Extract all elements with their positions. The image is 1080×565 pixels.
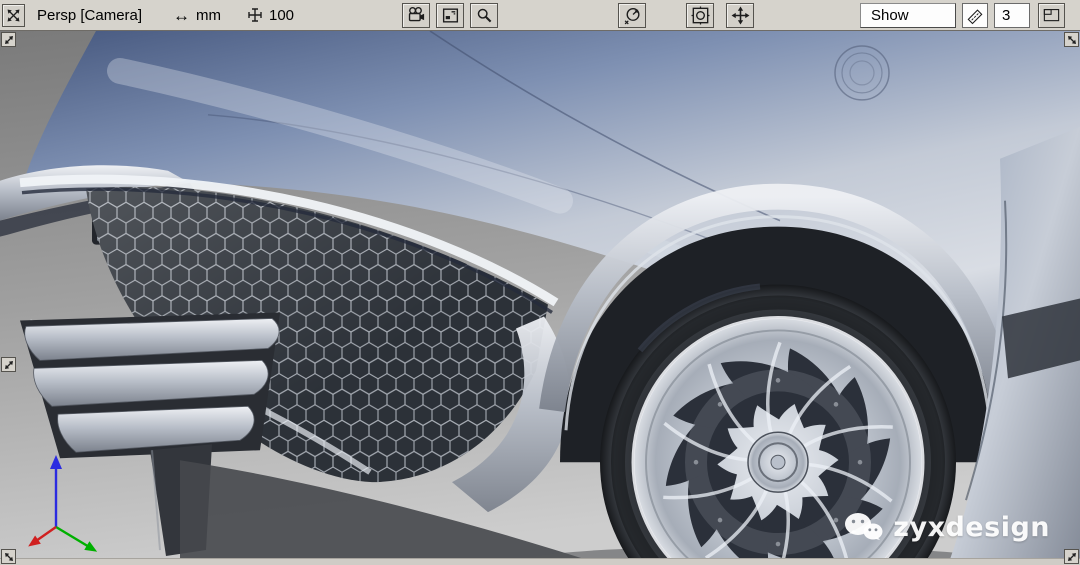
axis-x-red <box>28 526 57 547</box>
box-circle-icon <box>691 6 709 25</box>
resize-x-icon <box>7 9 20 22</box>
watermark: zyxdesign <box>843 511 1050 543</box>
units-group: ↔ mm <box>173 0 221 30</box>
window-resize-corner-icon[interactable] <box>2 4 25 27</box>
pane-resize-handle-top-left[interactable] <box>1 32 16 47</box>
view-window-button[interactable] <box>436 3 464 28</box>
ruler-button[interactable] <box>962 3 988 28</box>
pane-resize-handle-mid-left[interactable] <box>1 357 16 372</box>
magnifier-icon <box>477 8 491 23</box>
pane-layout-icon <box>1043 9 1060 22</box>
alias-3d-application: { "toolbar": { "view_label": "Persp [Cam… <box>0 0 1080 565</box>
viewport-3d[interactable]: zyxdesign <box>0 31 1080 565</box>
grid-size-value[interactable]: 100 <box>269 7 294 24</box>
car-model-render <box>0 31 1080 565</box>
show-menu-label: Show <box>871 7 909 24</box>
view-mode-label[interactable]: Persp [Camera] <box>37 0 142 30</box>
viewport-toolbar: Persp [Camera] ↔ mm 100 Show 3 <box>0 0 1080 31</box>
pane-resize-handle-bottom-left[interactable] <box>1 549 16 564</box>
movie-camera-icon <box>408 7 424 22</box>
movie-camera-button[interactable] <box>402 3 430 28</box>
render-region-button[interactable] <box>686 3 714 28</box>
axis-y-green <box>55 525 98 552</box>
grid-group: 100 <box>247 0 294 30</box>
stretch-icon[interactable]: ↔ <box>173 7 190 24</box>
layer-value: 3 <box>1002 7 1011 24</box>
ruler-icon <box>967 8 983 24</box>
world-axis-gizmo <box>28 455 98 552</box>
view-window-icon <box>442 8 458 23</box>
pane-resize-handle-top-right[interactable] <box>1064 32 1079 47</box>
layer-value-box[interactable]: 3 <box>994 3 1030 28</box>
grid-snap-icon[interactable] <box>247 7 263 23</box>
units-label[interactable]: mm <box>196 7 221 24</box>
pane-resize-handle-bottom-right[interactable] <box>1064 549 1079 564</box>
watermark-text: zyxdesign <box>893 511 1050 543</box>
zoom-box-button[interactable] <box>470 3 498 28</box>
orbit-button[interactable] <box>618 3 646 28</box>
pan-button[interactable] <box>726 3 754 28</box>
wechat-icon <box>845 513 883 540</box>
orbit-icon <box>624 7 640 25</box>
pan-move-icon <box>731 6 749 25</box>
window-bottom-edge <box>0 558 1080 565</box>
pane-layout-button[interactable] <box>1038 3 1065 28</box>
show-menu-button[interactable]: Show <box>860 3 956 28</box>
